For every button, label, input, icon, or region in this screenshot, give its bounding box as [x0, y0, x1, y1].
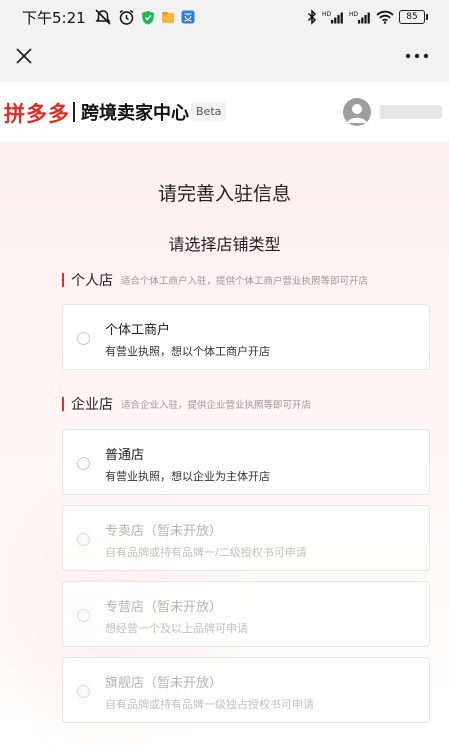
store-type-option-specialty: 专营店（暂未开放） 想经营一个及以上品牌可申请: [62, 581, 430, 647]
section-accent-bar: [62, 397, 64, 411]
store-type-option-individual[interactable]: 个体工商户 有营业执照，想以个体工商户开店: [62, 304, 430, 370]
more-button[interactable]: [403, 46, 431, 66]
store-type-option-standard[interactable]: 普通店 有营业执照，想以企业为主体开店: [62, 429, 430, 495]
battery-icon: 85: [399, 10, 428, 24]
section-accent-bar: [62, 273, 64, 287]
option-title: 普通店: [105, 448, 145, 463]
more-icon: [405, 53, 429, 59]
section-title: 个人店: [71, 273, 113, 289]
store-type-option-exclusive: 专卖店（暂未开放） 自有品牌或持有品牌一/二级授权书可申请: [62, 505, 430, 571]
status-right: HD HD 85: [307, 0, 428, 34]
option-description: 想经营一个及以上品牌可申请: [105, 622, 248, 635]
option-title: 旗舰店（暂未开放）: [105, 676, 223, 691]
option-description: 自有品牌或持有品牌一/二级授权书可申请: [105, 546, 307, 559]
option-title: 专卖店（暂未开放）: [105, 524, 223, 539]
beta-badge: Beta: [191, 102, 227, 121]
brand-logo[interactable]: 拼多多: [4, 98, 70, 128]
section-title: 企业店: [71, 397, 113, 413]
webview-nav-bar: [0, 34, 449, 82]
alarm-icon: [118, 9, 135, 26]
folder-app-icon: [161, 11, 175, 24]
site-header: 拼多多 跨境卖家中心 Beta: [0, 82, 449, 143]
wifi-icon: [376, 10, 394, 24]
svg-text:HD: HD: [349, 11, 359, 18]
signal-icon-1: HD: [322, 10, 344, 24]
svg-text:HD: HD: [322, 11, 332, 18]
brand-divider: [73, 102, 75, 122]
option-title: 专营店（暂未开放）: [105, 600, 223, 615]
option-description: 有营业执照，想以企业为主体开店: [105, 470, 270, 483]
option-description: 自有品牌或持有品牌一级独占授权书可申请: [105, 698, 314, 711]
bluetooth-icon: [307, 9, 317, 25]
radio-button-disabled: [77, 609, 90, 622]
option-description: 有营业执照，想以个体工商户开店: [105, 345, 270, 358]
user-icon: [347, 104, 367, 123]
section-description: 适合企业入驻，提供企业营业执照等即可开店: [121, 400, 312, 411]
page-subtitle: 请选择店铺类型: [168, 235, 281, 254]
section-header-enterprise: 企业店 适合企业入驻，提供企业营业执照等即可开店: [62, 394, 311, 414]
main-content: 请完善入驻信息 请选择店铺类型 个人店 适合个体工商户入驻，提供个体工商户营业执…: [0, 143, 449, 745]
close-icon: [16, 48, 32, 64]
radio-button-disabled: [77, 533, 90, 546]
store-type-option-flagship: 旗舰店（暂未开放） 自有品牌或持有品牌一级独占授权书可申请: [62, 657, 430, 723]
avatar[interactable]: [343, 98, 371, 126]
radio-button[interactable]: [77, 457, 90, 470]
section-description: 适合个体工商户入驻，提供个体工商户营业执照等即可开店: [121, 276, 369, 287]
section-header-personal: 个人店 适合个体工商户入驻，提供个体工商户营业执照等即可开店: [62, 270, 368, 290]
option-title: 个体工商户: [105, 323, 171, 338]
close-button[interactable]: [12, 44, 36, 68]
username-redacted[interactable]: [380, 105, 442, 119]
translate-app-icon: [181, 10, 195, 24]
page-title: 请完善入驻信息: [157, 183, 291, 205]
status-left: 下午5:21: [0, 7, 195, 28]
status-time: 下午5:21: [22, 8, 86, 27]
brand-title: 跨境卖家中心: [81, 103, 189, 124]
mute-icon: [94, 9, 112, 25]
status-bar: 下午5:21 HD HD 85: [0, 0, 449, 34]
signal-icon-2: HD: [349, 10, 371, 24]
shield-app-icon: [141, 10, 155, 25]
radio-button-disabled: [77, 685, 90, 698]
radio-button[interactable]: [77, 332, 90, 345]
